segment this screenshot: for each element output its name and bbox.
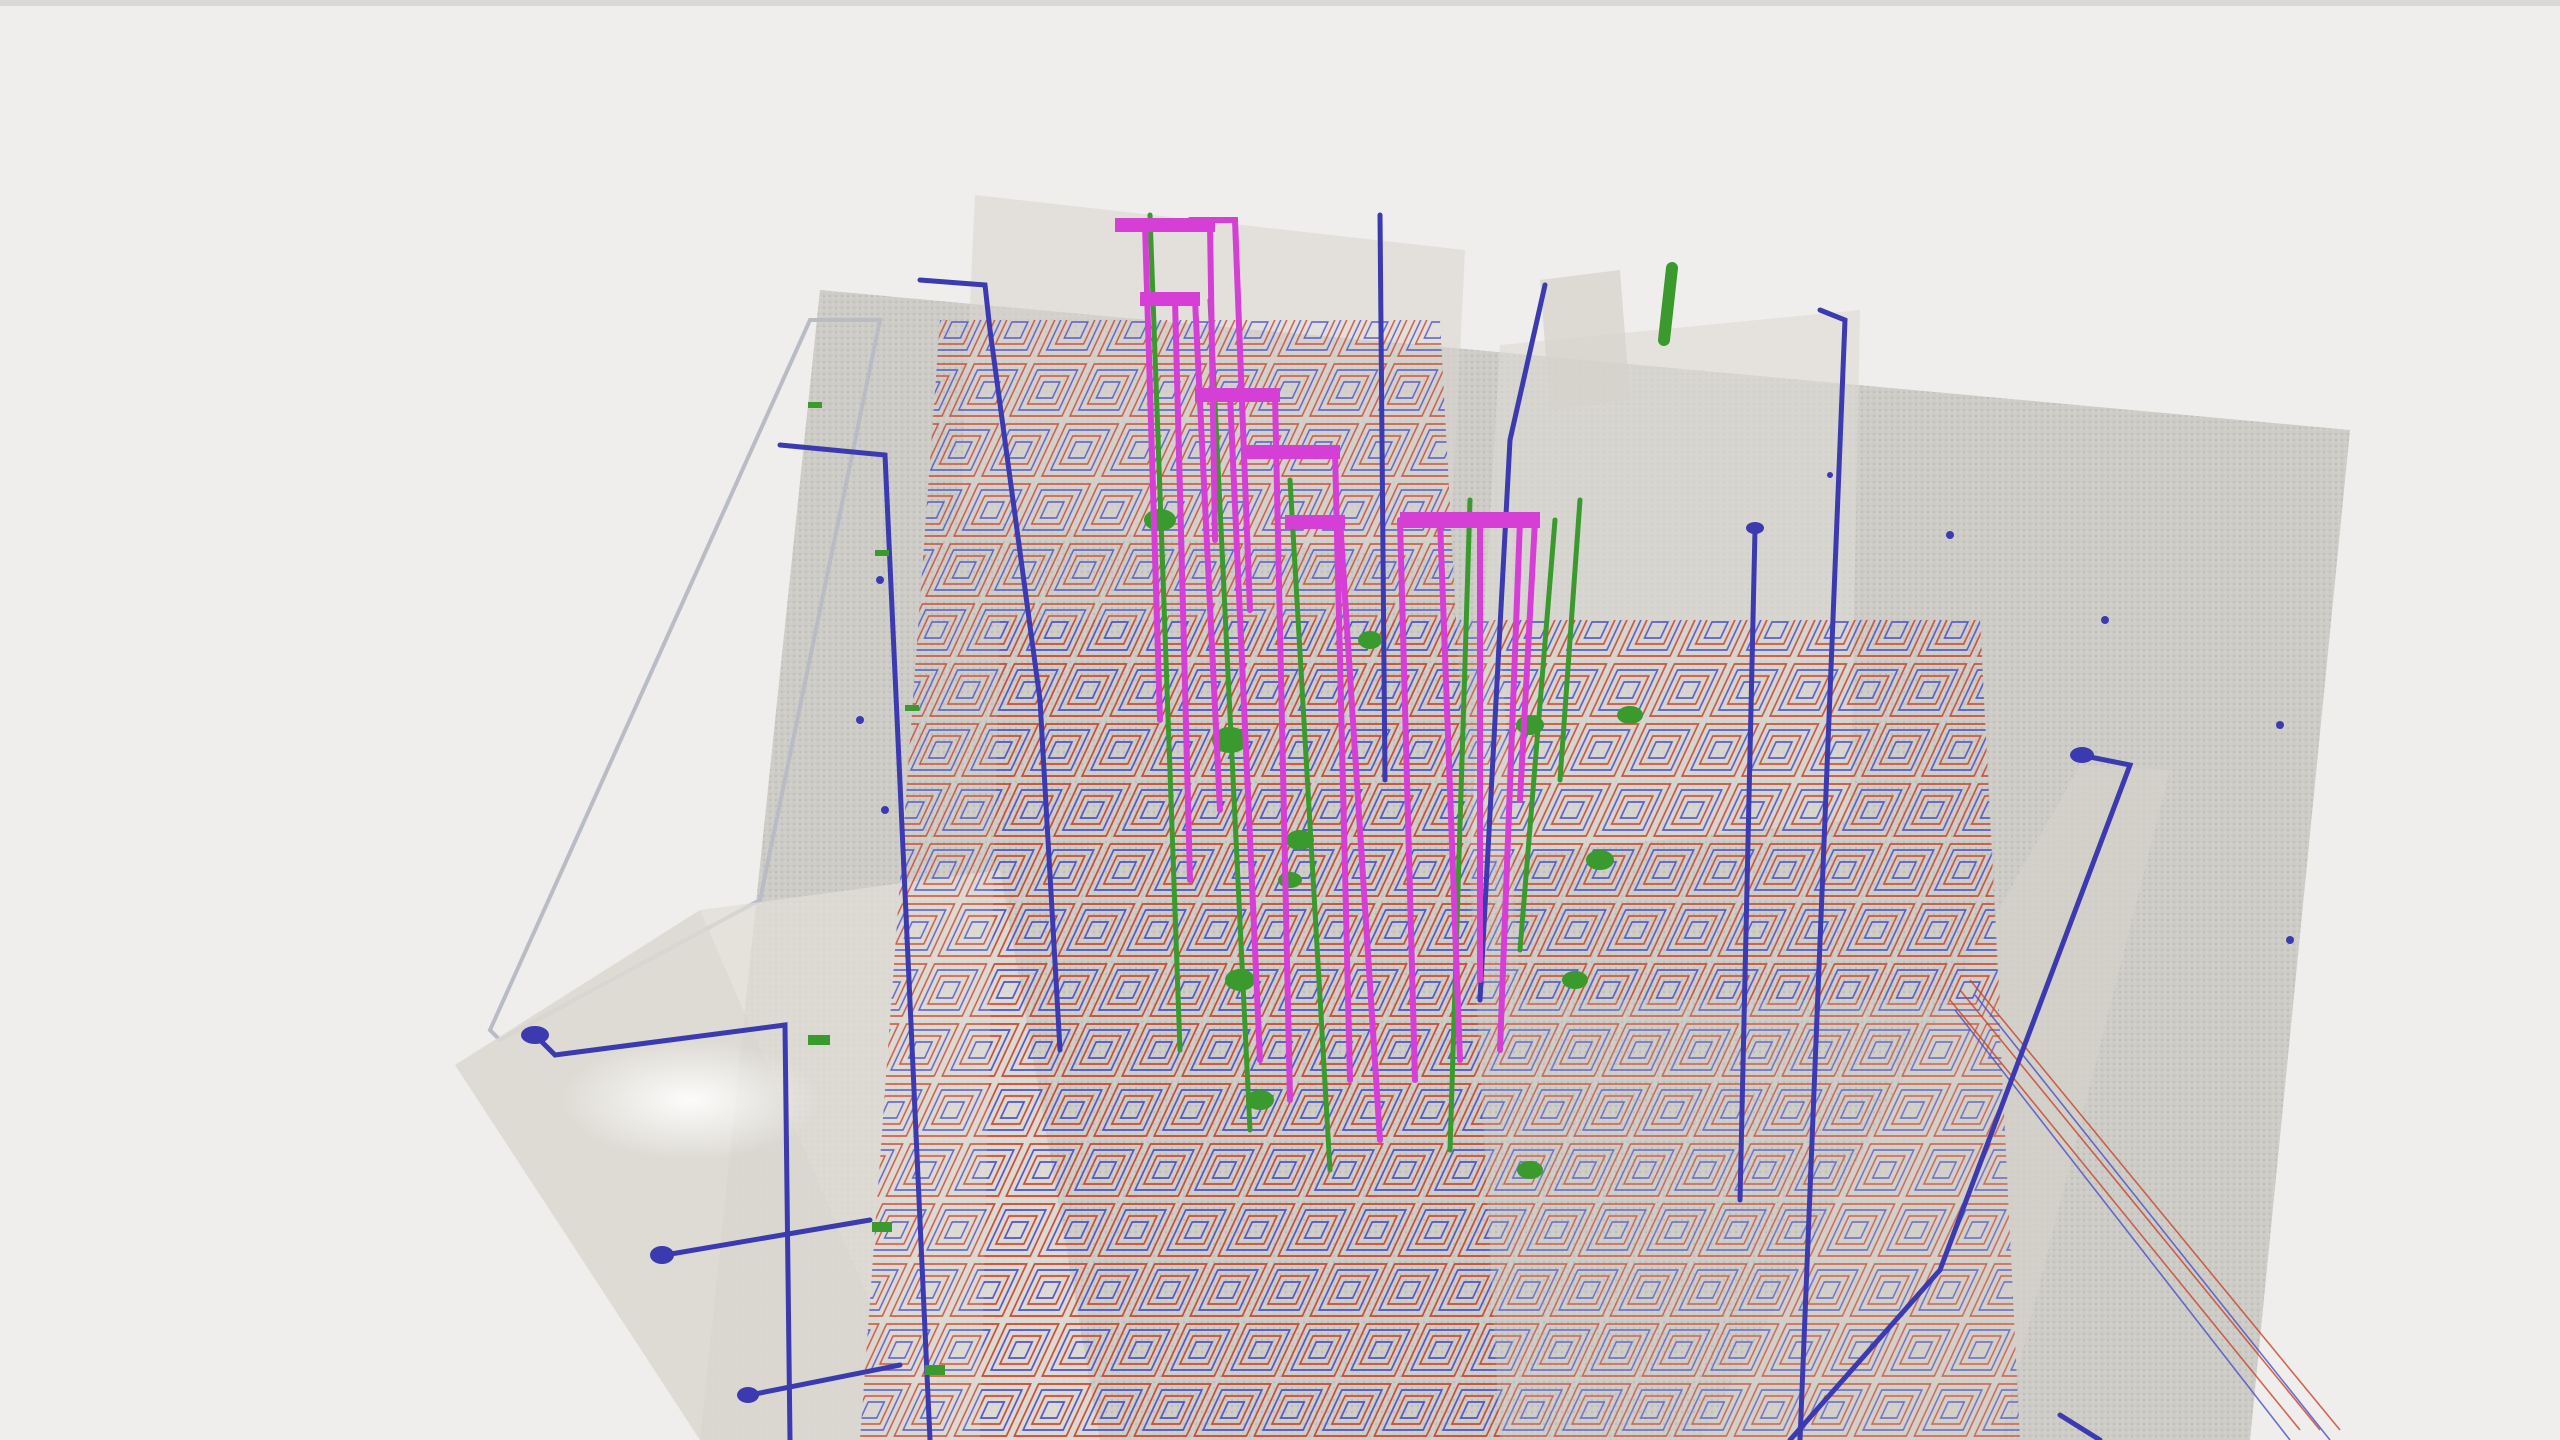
- vent-pipe: [1658, 262, 1678, 346]
- building-services-model[interactable]: [0, 0, 2560, 1440]
- 3d-viewport[interactable]: [0, 0, 2560, 1440]
- light-highlight: [560, 1040, 820, 1160]
- rooftop-block: [1540, 270, 1630, 410]
